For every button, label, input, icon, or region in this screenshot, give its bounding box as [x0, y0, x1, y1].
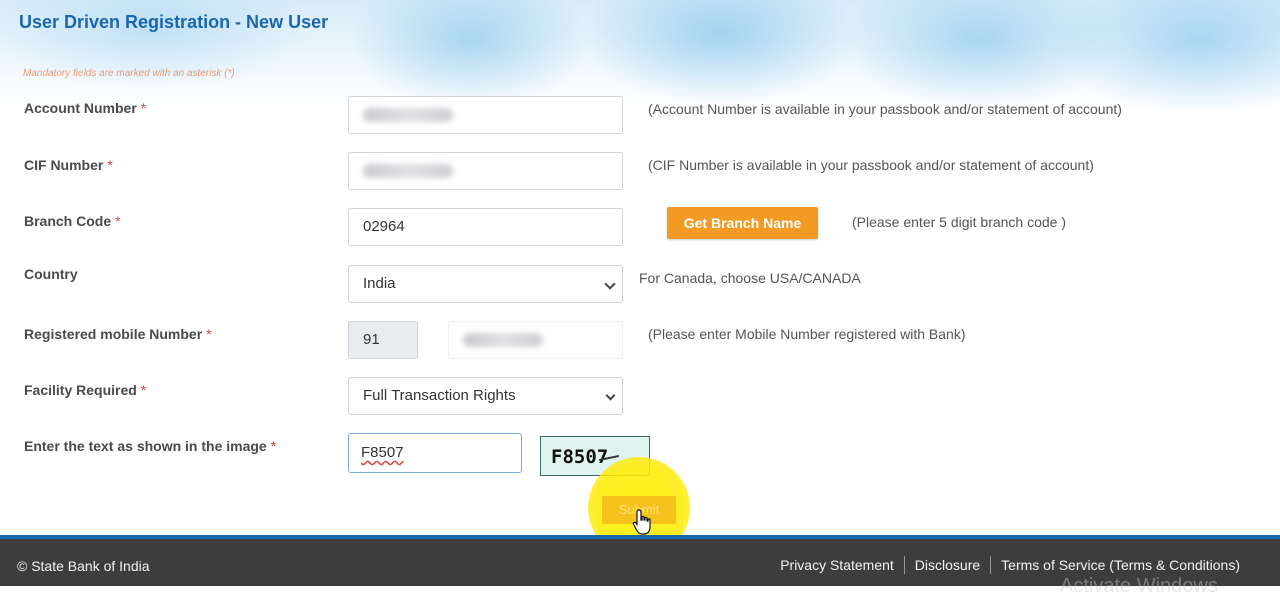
branch-code-input[interactable]: 02964 — [348, 208, 623, 246]
copyright-text: © State Bank of India — [17, 558, 150, 574]
facility-required-label: Facility Required * — [24, 382, 147, 398]
account-number-label: Account Number * — [24, 100, 147, 116]
captcha-input[interactable]: F8507 — [348, 433, 522, 473]
footer-separator — [903, 556, 905, 574]
required-asterisk: * — [115, 213, 121, 229]
chevron-down-icon — [605, 390, 616, 401]
facility-select[interactable]: Full Transaction Rights — [348, 377, 623, 415]
captcha-label: Enter the text as shown in the image * — [24, 438, 277, 454]
privacy-statement-link[interactable]: Privacy Statement — [780, 557, 894, 573]
masked-value — [463, 333, 543, 347]
required-asterisk: * — [140, 382, 147, 398]
disclosure-link[interactable]: Disclosure — [915, 557, 980, 573]
required-asterisk: * — [206, 326, 212, 342]
country-label: Country — [24, 266, 78, 282]
country-code-field: 91 — [348, 321, 418, 359]
branch-code-label: Branch Code * — [24, 213, 121, 229]
terms-of-service-link[interactable]: Terms of Service (Terms & Conditions) — [1001, 557, 1240, 573]
cif-number-hint: (CIF Number is available in your passboo… — [648, 157, 1094, 173]
mandatory-note: Mandatory fields are marked with an aste… — [23, 68, 235, 79]
get-branch-name-button[interactable]: Get Branch Name — [667, 207, 818, 239]
required-asterisk: * — [140, 100, 147, 116]
mobile-number-hint: (Please enter Mobile Number registered w… — [648, 326, 966, 342]
activate-windows-watermark: Activate Windows — [1060, 575, 1218, 596]
hand-cursor-icon — [632, 509, 651, 535]
required-asterisk: * — [270, 438, 277, 454]
country-hint: For Canada, choose USA/CANADA — [639, 270, 861, 286]
masked-value — [363, 164, 453, 178]
registration-page: User Driven Registration - New User Mand… — [0, 0, 1280, 596]
mobile-number-input[interactable] — [448, 321, 623, 359]
cif-number-label: CIF Number * — [24, 157, 113, 173]
account-number-hint: (Account Number is available in your pas… — [648, 101, 1122, 117]
footer-links: Privacy Statement Disclosure Terms of Se… — [780, 556, 1240, 574]
country-select[interactable]: India — [348, 265, 623, 303]
cif-number-input[interactable] — [348, 152, 623, 190]
account-number-input[interactable] — [348, 96, 623, 134]
mobile-number-label: Registered mobile Number * — [24, 326, 212, 342]
branch-code-hint: (Please enter 5 digit branch code ) — [852, 214, 1067, 230]
masked-value — [363, 108, 453, 122]
chevron-down-icon — [604, 278, 616, 290]
footer-separator — [990, 556, 992, 574]
page-title: User Driven Registration - New User — [19, 12, 329, 32]
required-asterisk: * — [107, 157, 113, 173]
